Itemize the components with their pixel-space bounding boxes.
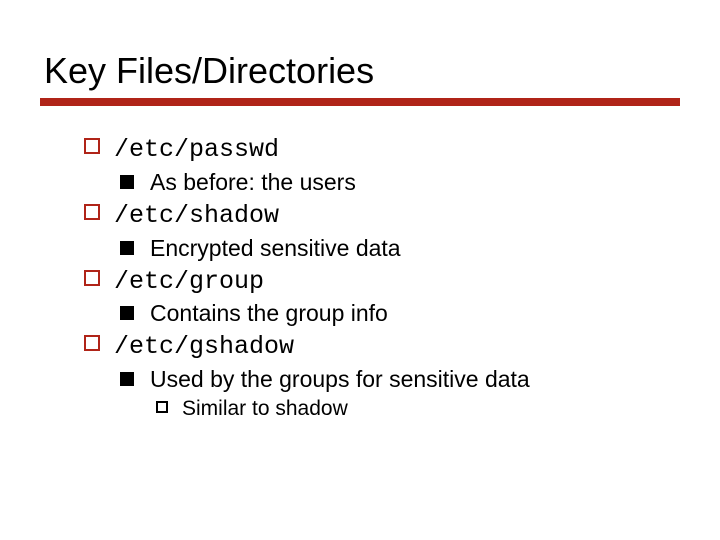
solid-square-bullet-icon xyxy=(120,306,134,320)
hollow-square-bullet-icon xyxy=(84,335,100,351)
list-subitem: Used by the groups for sensitive data xyxy=(120,364,680,395)
list-item: /etc/group xyxy=(84,264,680,299)
subitem-text: Encrypted sensitive data xyxy=(150,235,401,261)
list-subitem: Encrypted sensitive data xyxy=(120,233,680,264)
file-path: /etc/group xyxy=(114,267,264,296)
hollow-square-bullet-icon xyxy=(84,204,100,220)
title-underline xyxy=(40,98,680,106)
solid-square-bullet-icon xyxy=(120,372,134,386)
subsubitem-text: Similar to shadow xyxy=(182,397,348,420)
subitem-text: As before: the users xyxy=(150,169,356,195)
list-item: /etc/shadow xyxy=(84,198,680,233)
list-subitem: As before: the users xyxy=(120,167,680,198)
subitem-text: Contains the group info xyxy=(150,300,388,326)
list-subsubitem: Similar to shadow xyxy=(156,395,680,423)
hollow-square-bullet-icon xyxy=(84,270,100,286)
hollow-square-bullet-small-icon xyxy=(156,401,168,413)
slide: Key Files/Directories /etc/passwd As bef… xyxy=(0,0,720,540)
file-path: /etc/shadow xyxy=(114,201,279,230)
list-subitem: Contains the group info xyxy=(120,298,680,329)
solid-square-bullet-icon xyxy=(120,175,134,189)
subitem-text: Used by the groups for sensitive data xyxy=(150,366,530,392)
slide-content: /etc/passwd As before: the users /etc/sh… xyxy=(40,132,680,424)
slide-title: Key Files/Directories xyxy=(44,50,680,92)
list-item: /etc/passwd xyxy=(84,132,680,167)
file-path: /etc/passwd xyxy=(114,135,279,164)
solid-square-bullet-icon xyxy=(120,241,134,255)
hollow-square-bullet-icon xyxy=(84,138,100,154)
list-item: /etc/gshadow xyxy=(84,329,680,364)
file-path: /etc/gshadow xyxy=(114,332,294,361)
